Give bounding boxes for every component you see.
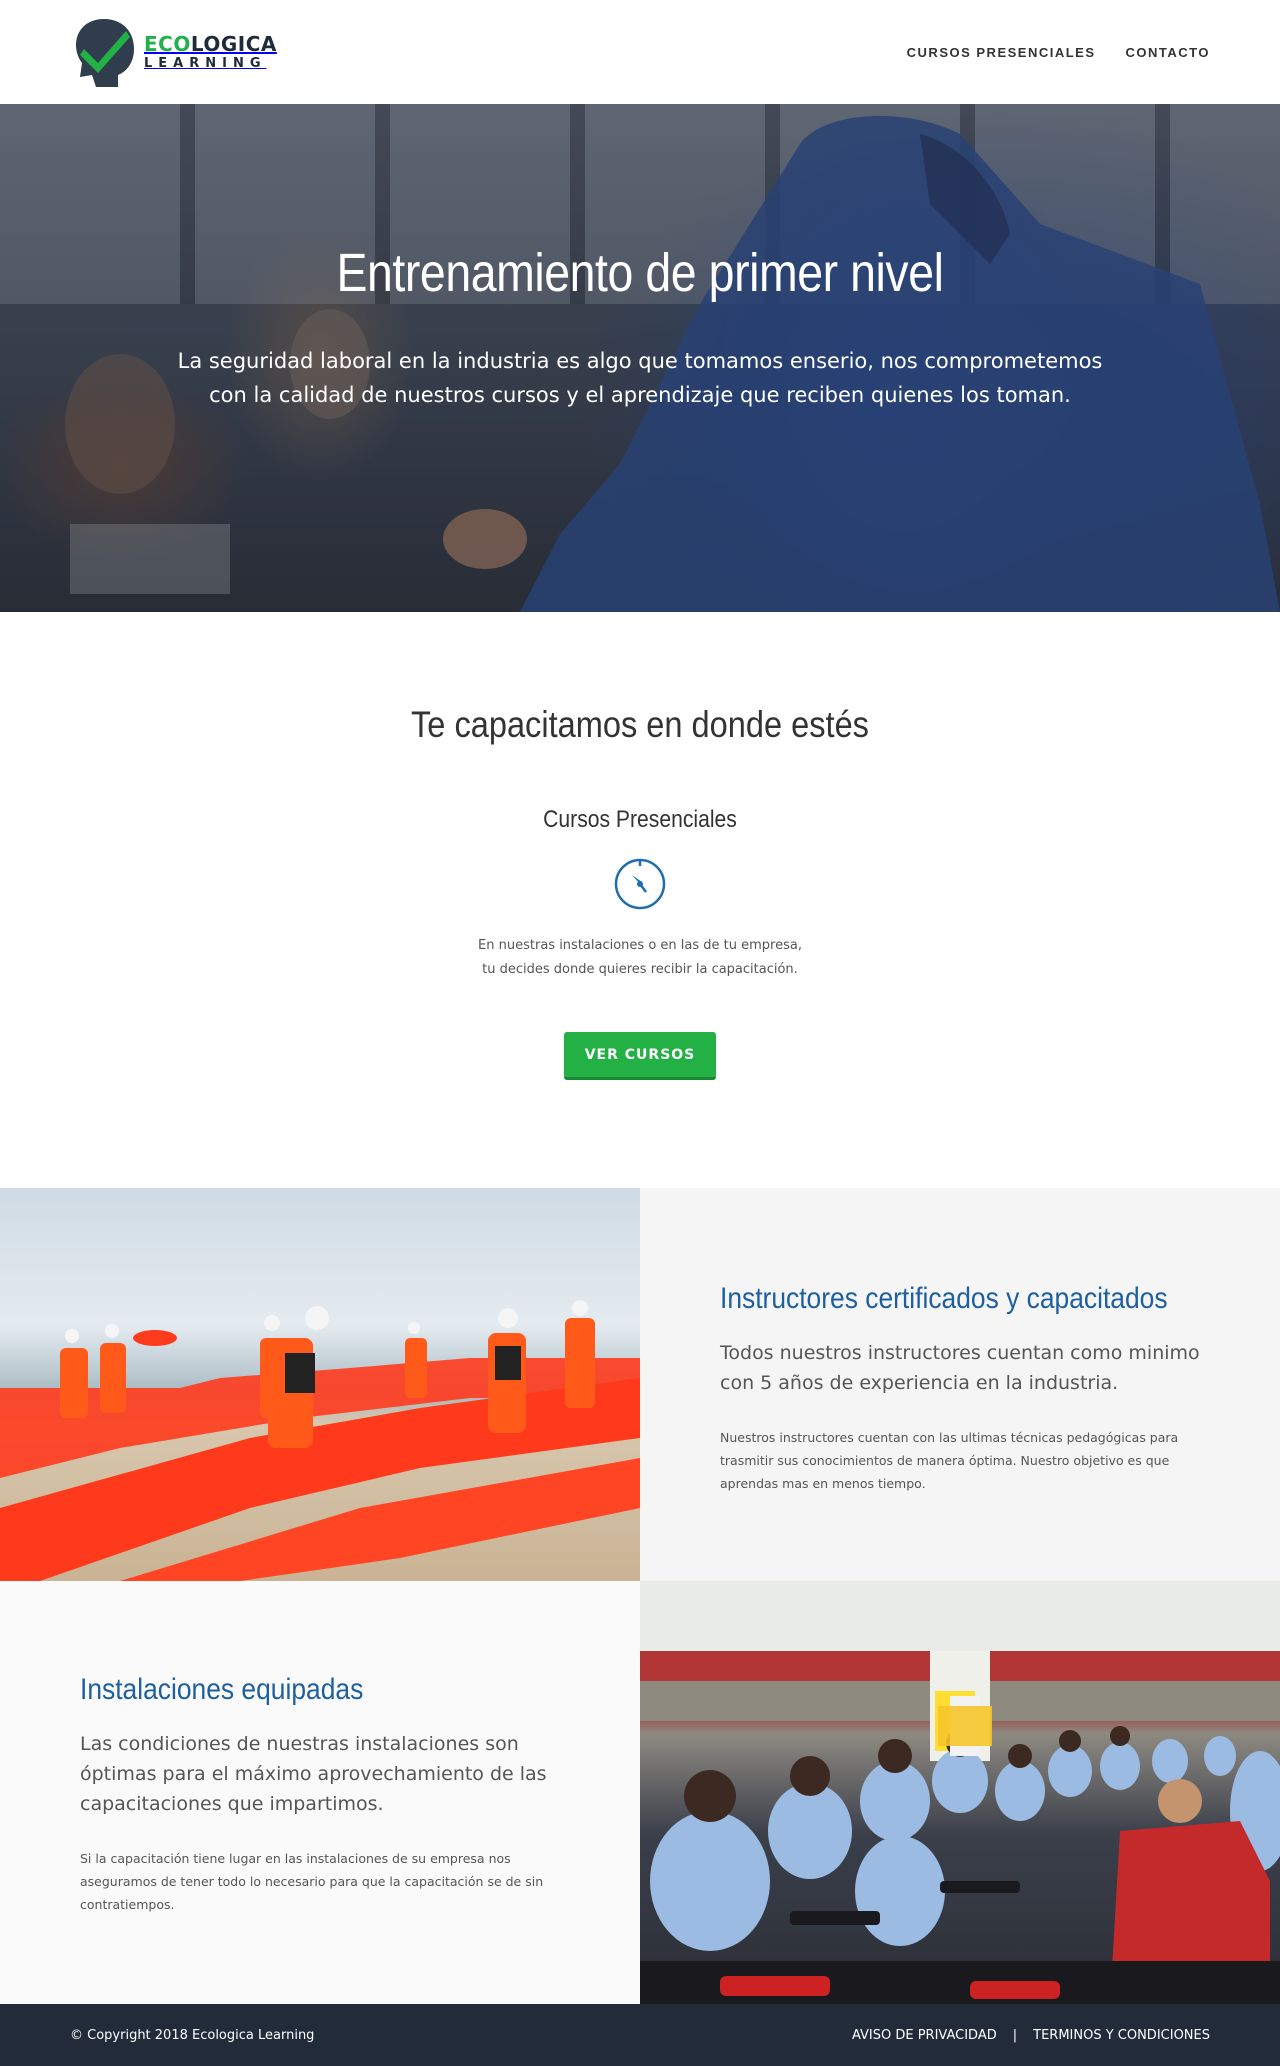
feature-title: Instructores certificados y capacitados <box>720 1282 1168 1315</box>
hero-content: Entrenamiento de primer nivel La segurid… <box>0 104 1280 412</box>
ver-cursos-button[interactable]: VER CURSOS <box>563 1032 717 1080</box>
feature-row-instructores: Instructores certificados y capacitados … <box>0 1188 1280 1581</box>
footer-link-terminos[interactable]: TERMINOS Y CONDICIONES <box>1033 2028 1210 2043</box>
course-title: Cursos Presenciales <box>543 806 737 833</box>
classroom-image <box>640 1581 1280 2004</box>
logo-head-check-icon <box>76 19 134 87</box>
nav-contacto[interactable]: CONTACTO <box>1126 45 1210 60</box>
instalaciones-text-block: Instalaciones equipadas Las condiciones … <box>0 1581 640 2004</box>
footer-separator: | <box>1012 2027 1018 2043</box>
feature-title: Instalaciones equipadas <box>80 1673 364 1706</box>
logo-eco: ECO <box>144 32 191 56</box>
main-nav: CURSOS PRESENCIALES CONTACTO <box>907 45 1210 60</box>
feature-row-instalaciones: Instalaciones equipadas Las condiciones … <box>0 1581 1280 2004</box>
logo-text: ECOLOGICA LEARNING <box>144 34 277 70</box>
copyright-text: © Copyright 2018 Ecologica Learning <box>70 2027 315 2043</box>
nav-cursos-presenciales[interactable]: CURSOS PRESENCIALES <box>907 45 1096 60</box>
hero-text: La seguridad laboral en la industria es … <box>177 349 1103 407</box>
site-footer: © Copyright 2018 Ecologica Learning AVIS… <box>0 2004 1280 2066</box>
course-description: En nuestras instalaciones o en las de tu… <box>0 934 1280 982</box>
feature-lead: Todos nuestros instructores cuentan como… <box>720 1342 1200 1394</box>
hero-title: Entrenamiento de primer nivel <box>336 243 944 303</box>
site-header: ECOLOGICA LEARNING CURSOS PRESENCIALES C… <box>0 0 1280 104</box>
section-title: Te capacitamos en donde estés <box>411 704 869 745</box>
logo[interactable]: ECOLOGICA LEARNING <box>70 15 277 89</box>
footer-link-privacidad[interactable]: AVISO DE PRIVACIDAD <box>852 2028 997 2043</box>
feature-text: Si la capacitación tiene lugar en las in… <box>80 1851 544 1912</box>
logo-learning: LEARNING <box>144 56 267 71</box>
logo-logica: LOGICA <box>190 32 277 56</box>
hero-banner: Entrenamiento de primer nivel La segurid… <box>0 104 1280 612</box>
feature-lead: Las condiciones de nuestras instalacione… <box>80 1733 547 1815</box>
capacitamos-section: Te capacitamos en donde estés Cursos Pre… <box>0 612 1280 1188</box>
course-desc-line1: En nuestras instalaciones o en las de tu… <box>478 938 802 953</box>
clock-icon <box>614 858 666 910</box>
workers-beach-image <box>0 1188 640 1581</box>
feature-text: Nuestros instructores cuentan con las ul… <box>720 1430 1179 1491</box>
course-desc-line2: tu decides donde quieres recibir la capa… <box>482 962 798 977</box>
footer-links: AVISO DE PRIVACIDAD | TERMINOS Y CONDICI… <box>852 2028 1210 2043</box>
instructores-text-block: Instructores certificados y capacitados … <box>640 1188 1280 1581</box>
